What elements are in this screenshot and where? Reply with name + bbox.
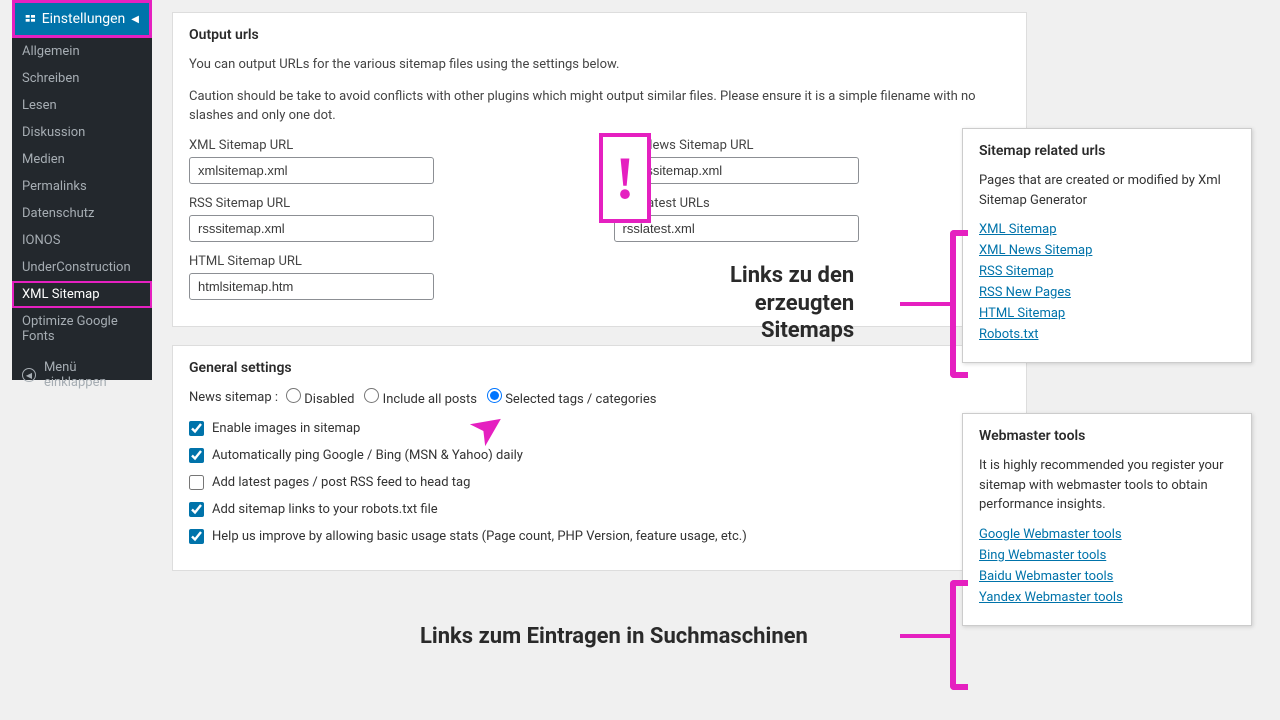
checkbox-row-4: Help us improve by allowing basic usage …	[189, 529, 1010, 544]
checkbox-label-0: Enable images in sitemap	[212, 421, 360, 436]
webmaster-link-1[interactable]: Bing Webmaster tools	[979, 548, 1235, 563]
settings-icon	[25, 12, 36, 26]
related-link-1[interactable]: XML News Sitemap	[979, 243, 1235, 258]
webmaster-desc: It is highly recommended you register yo…	[979, 456, 1235, 515]
checkbox-2[interactable]	[189, 475, 204, 490]
sidebar-item-optimize-google-fonts[interactable]: Optimize Google Fonts	[12, 308, 152, 350]
sidebar-item-allgemein[interactable]: Allgemein	[12, 38, 152, 65]
checkbox-row-2: Add latest pages / post RSS feed to head…	[189, 475, 1010, 490]
checkbox-label-3: Add sitemap links to your robots.txt fil…	[212, 502, 438, 517]
sidebar-item-xml-sitemap[interactable]: XML Sitemap	[12, 281, 152, 308]
webmaster-heading: Webmaster tools	[979, 428, 1235, 444]
checkbox-label-4: Help us improve by allowing basic usage …	[212, 529, 747, 544]
related-link-0[interactable]: XML Sitemap	[979, 222, 1235, 237]
general-settings-card: General settings News sitemap : Disabled…	[172, 345, 1027, 571]
webmaster-link-3[interactable]: Yandex Webmaster tools	[979, 590, 1235, 605]
webmaster-link-2[interactable]: Baidu Webmaster tools	[979, 569, 1235, 584]
html-sitemap-label: HTML Sitemap URL	[189, 254, 586, 269]
sidebar-item-underconstruction[interactable]: UnderConstruction	[12, 254, 152, 281]
related-link-5[interactable]: Robots.txt	[979, 327, 1235, 342]
checkbox-row-1: Automatically ping Google / Bing (MSN & …	[189, 448, 1010, 463]
main-content: Output urls You can output URLs for the …	[172, 12, 1027, 589]
output-heading: Output urls	[189, 27, 1010, 43]
annotation-exclamation: !	[599, 133, 651, 223]
checkbox-0[interactable]	[189, 421, 204, 436]
sidebar-item-datenschutz[interactable]: Datenschutz	[12, 200, 152, 227]
checkbox-4[interactable]	[189, 529, 204, 544]
related-link-3[interactable]: RSS New Pages	[979, 285, 1235, 300]
checkbox-3[interactable]	[189, 502, 204, 517]
sidebar-header-label: Einstellungen	[42, 11, 126, 27]
xml-sitemap-label: XML Sitemap URL	[189, 138, 586, 153]
news-sitemap-radio-row: News sitemap : Disabled Include all post…	[189, 388, 1010, 407]
related-desc: Pages that are created or modified by Xm…	[979, 171, 1235, 210]
rss-sitemap-input[interactable]	[189, 215, 434, 242]
sidebar-item-permalinks[interactable]: Permalinks	[12, 173, 152, 200]
annotation-text-search: Links zum Eintragen in Suchmaschinen	[420, 624, 808, 649]
rss-sitemap-label: RSS Sitemap URL	[189, 196, 586, 211]
sidebar-item-schreiben[interactable]: Schreiben	[12, 65, 152, 92]
sidebar-item-diskussion[interactable]: Diskussion	[12, 119, 152, 146]
webmaster-tools-card: Webmaster tools It is highly recommended…	[962, 413, 1252, 626]
rss-latest-label: RSS Latest URLs	[614, 196, 1011, 211]
annotation-line-icon	[900, 302, 950, 306]
news-sitemap-prefix: News sitemap :	[189, 390, 278, 405]
sidebar-header-settings[interactable]: Einstellungen ◀	[12, 0, 152, 38]
sidebar-item-lesen[interactable]: Lesen	[12, 92, 152, 119]
checkbox-label-2: Add latest pages / post RSS feed to head…	[212, 475, 470, 490]
annotation-text-sitemaps: Links zu denerzeugtenSitemaps	[730, 262, 854, 345]
output-desc2: Caution should be take to avoid conflict…	[189, 87, 1010, 126]
checkbox-row-0: Enable images in sitemap	[189, 421, 1010, 436]
related-heading: Sitemap related urls	[979, 143, 1235, 159]
output-desc1: You can output URLs for the various site…	[189, 55, 1010, 75]
sidebar-item-ionos[interactable]: IONOS	[12, 227, 152, 254]
checkbox-label-1: Automatically ping Google / Bing (MSN & …	[212, 448, 523, 463]
related-link-4[interactable]: HTML Sitemap	[979, 306, 1235, 321]
admin-sidebar: Einstellungen ◀ AllgemeinSchreibenLesenD…	[12, 0, 152, 380]
xml-sitemap-input[interactable]	[189, 157, 434, 184]
news-option-1[interactable]: Include all posts	[364, 392, 477, 407]
annotation-bracket-icon	[950, 580, 968, 690]
annotation-line-icon	[900, 634, 950, 638]
checkbox-1[interactable]	[189, 448, 204, 463]
sidebar-item-medien[interactable]: Medien	[12, 146, 152, 173]
right-sidebar: Sitemap related urls Pages that are crea…	[962, 128, 1252, 676]
collapse-icon: ◀	[22, 368, 36, 382]
news-option-0[interactable]: Disabled	[286, 392, 354, 407]
sitemap-related-card: Sitemap related urls Pages that are crea…	[962, 128, 1252, 363]
news-sitemap-label: XML News Sitemap URL	[614, 138, 1011, 153]
collapse-label: Menü einklappen	[44, 360, 142, 390]
collapse-menu[interactable]: ◀ Menü einklappen	[12, 350, 152, 400]
checkbox-row-3: Add sitemap links to your robots.txt fil…	[189, 502, 1010, 517]
general-heading: General settings	[189, 360, 1010, 376]
chevron-left-icon: ◀	[131, 14, 139, 25]
webmaster-link-0[interactable]: Google Webmaster tools	[979, 527, 1235, 542]
html-sitemap-input[interactable]	[189, 273, 434, 300]
news-option-2[interactable]: Selected tags / categories	[487, 392, 656, 407]
annotation-bracket-icon	[950, 230, 968, 378]
related-link-2[interactable]: RSS Sitemap	[979, 264, 1235, 279]
